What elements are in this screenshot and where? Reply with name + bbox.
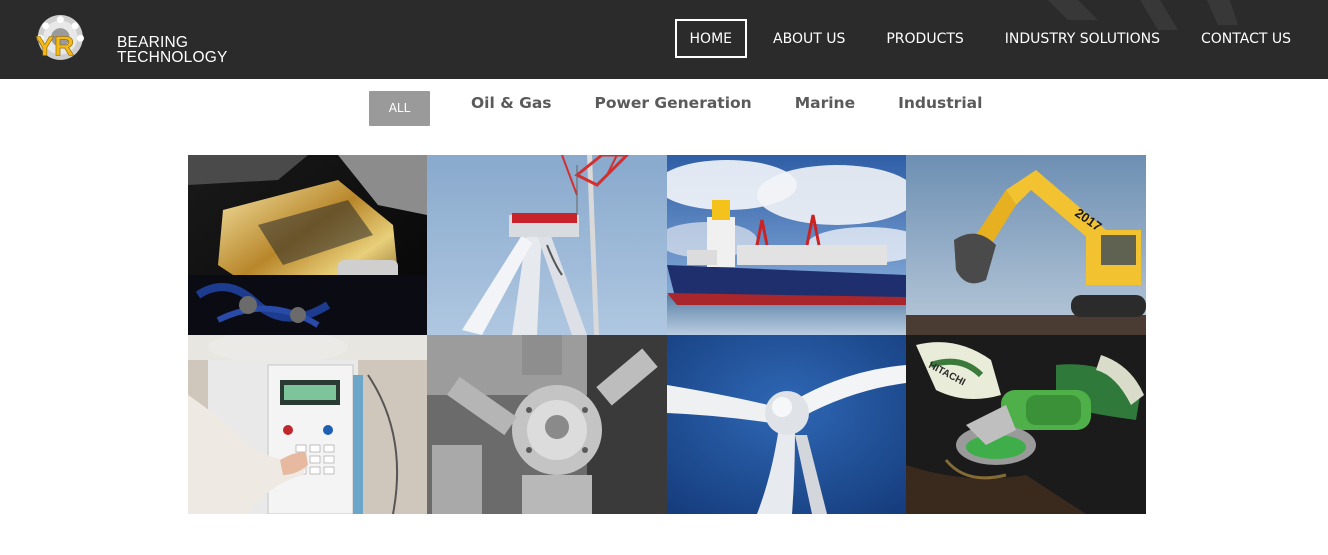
nav-industry-solutions[interactable]: INDUSTRY SOLUTIONS: [990, 19, 1175, 58]
filter-marine[interactable]: Marine: [795, 91, 855, 115]
gallery-filter-bar: ALL Oil & Gas Power Generation Marine In…: [369, 91, 982, 126]
nav-about-us[interactable]: ABOUT US: [758, 19, 860, 58]
gallery-tile-wind-turbine-hub[interactable]: [667, 335, 906, 514]
brand-name-line1: BEARING: [117, 34, 189, 51]
gallery-tile-engine[interactable]: [188, 155, 427, 335]
lab-instrument-image: [188, 335, 427, 514]
angle-grinder-image: HITACHI: [906, 335, 1146, 514]
bearing-logo-icon: YR: [35, 14, 84, 62]
gallery-tile-excavator[interactable]: 2017: [906, 155, 1146, 335]
filter-oil-gas[interactable]: Oil & Gas: [471, 91, 552, 115]
nav-products[interactable]: PRODUCTS: [871, 19, 978, 58]
wind-turbine-crane-image: [427, 155, 667, 335]
gallery-tile-lab-instrument[interactable]: [188, 335, 427, 514]
industry-gallery: 2017 HITACHI: [188, 155, 1146, 514]
logo-letters: YR: [36, 30, 75, 61]
gallery-tile-wind-turbine-crane[interactable]: [427, 155, 667, 335]
gallery-tile-cargo-ship[interactable]: [667, 155, 906, 335]
brand-name: BEARING TECHNOLOGY: [117, 34, 228, 66]
site-header: YR BEARING TECHNOLOGY HOME ABOUT US PROD…: [0, 0, 1328, 79]
nav-home[interactable]: HOME: [674, 19, 748, 58]
wind-turbine-hub-image: [667, 335, 906, 514]
vacuum-chamber-image: [427, 335, 667, 514]
brand-logo[interactable]: YR BEARING TECHNOLOGY: [34, 10, 234, 70]
main-nav: HOME ABOUT US PRODUCTS INDUSTRY SOLUTION…: [674, 19, 1328, 58]
filter-industrial[interactable]: Industrial: [898, 91, 982, 115]
gallery-tile-vacuum-chamber[interactable]: [427, 335, 667, 514]
brand-name-line2: TECHNOLOGY: [117, 49, 228, 66]
nav-contact-us[interactable]: CONTACT US: [1186, 19, 1306, 58]
excavator-image: 2017: [906, 155, 1146, 335]
filter-power-generation[interactable]: Power Generation: [595, 91, 752, 115]
gallery-tile-angle-grinder[interactable]: HITACHI: [906, 335, 1146, 514]
cargo-ship-image: [667, 155, 906, 335]
engine-image: [188, 155, 427, 335]
filter-all-button[interactable]: ALL: [369, 91, 430, 126]
